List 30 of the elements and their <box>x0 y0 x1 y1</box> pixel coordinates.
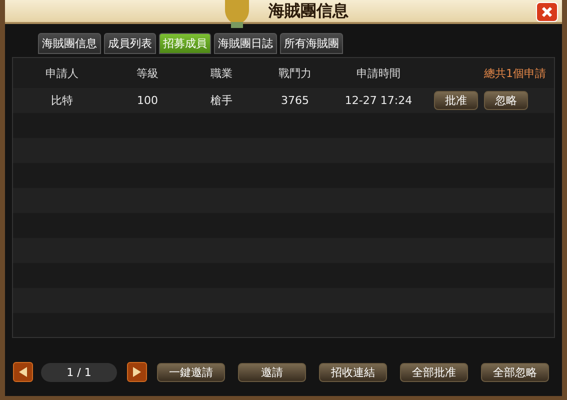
column-header: 職業 <box>210 66 234 80</box>
tab[interactable]: 海賊團日誌 <box>214 33 277 54</box>
left-arrow-icon <box>19 367 27 377</box>
column-header: 戰鬥力 <box>278 66 312 80</box>
previous-page-button[interactable] <box>13 362 33 382</box>
tab[interactable]: 所有海賊團 <box>280 33 343 54</box>
table-cell-text: 100 <box>136 94 159 107</box>
page-indicator: 1 / 1 <box>41 362 117 382</box>
footer-button[interactable]: 全部批准 <box>400 362 468 382</box>
footer-button[interactable]: 招收連結 <box>319 362 387 382</box>
column-header: 申請時間 <box>356 66 402 80</box>
column-header: 等級 <box>136 66 160 80</box>
footer-button[interactable]: 全部忽略 <box>481 362 549 382</box>
table-cell-text: 槍手 <box>210 93 234 108</box>
table-cell-text: 12-27 17:24 <box>344 94 414 107</box>
window-title: 海賊團信息 <box>268 0 348 22</box>
table-cell-text: 比特 <box>50 93 74 108</box>
next-page-button[interactable] <box>127 362 147 382</box>
tab[interactable]: 成員列表 <box>104 33 156 54</box>
table-cell-text: 3765 <box>280 94 310 107</box>
close-button[interactable] <box>536 2 558 22</box>
action-button[interactable]: 批准 <box>434 91 478 110</box>
right-arrow-icon <box>133 367 141 377</box>
column-header: 申請人 <box>44 66 80 80</box>
footer-button[interactable]: 邀請 <box>238 362 306 382</box>
footer-button[interactable]: 一鍵邀請 <box>157 362 225 382</box>
close-icon <box>541 6 553 18</box>
action-button[interactable]: 忽略 <box>484 91 528 110</box>
application-count: 總共1個申請 <box>483 66 547 80</box>
tab[interactable]: 海賊團信息 <box>38 33 101 54</box>
